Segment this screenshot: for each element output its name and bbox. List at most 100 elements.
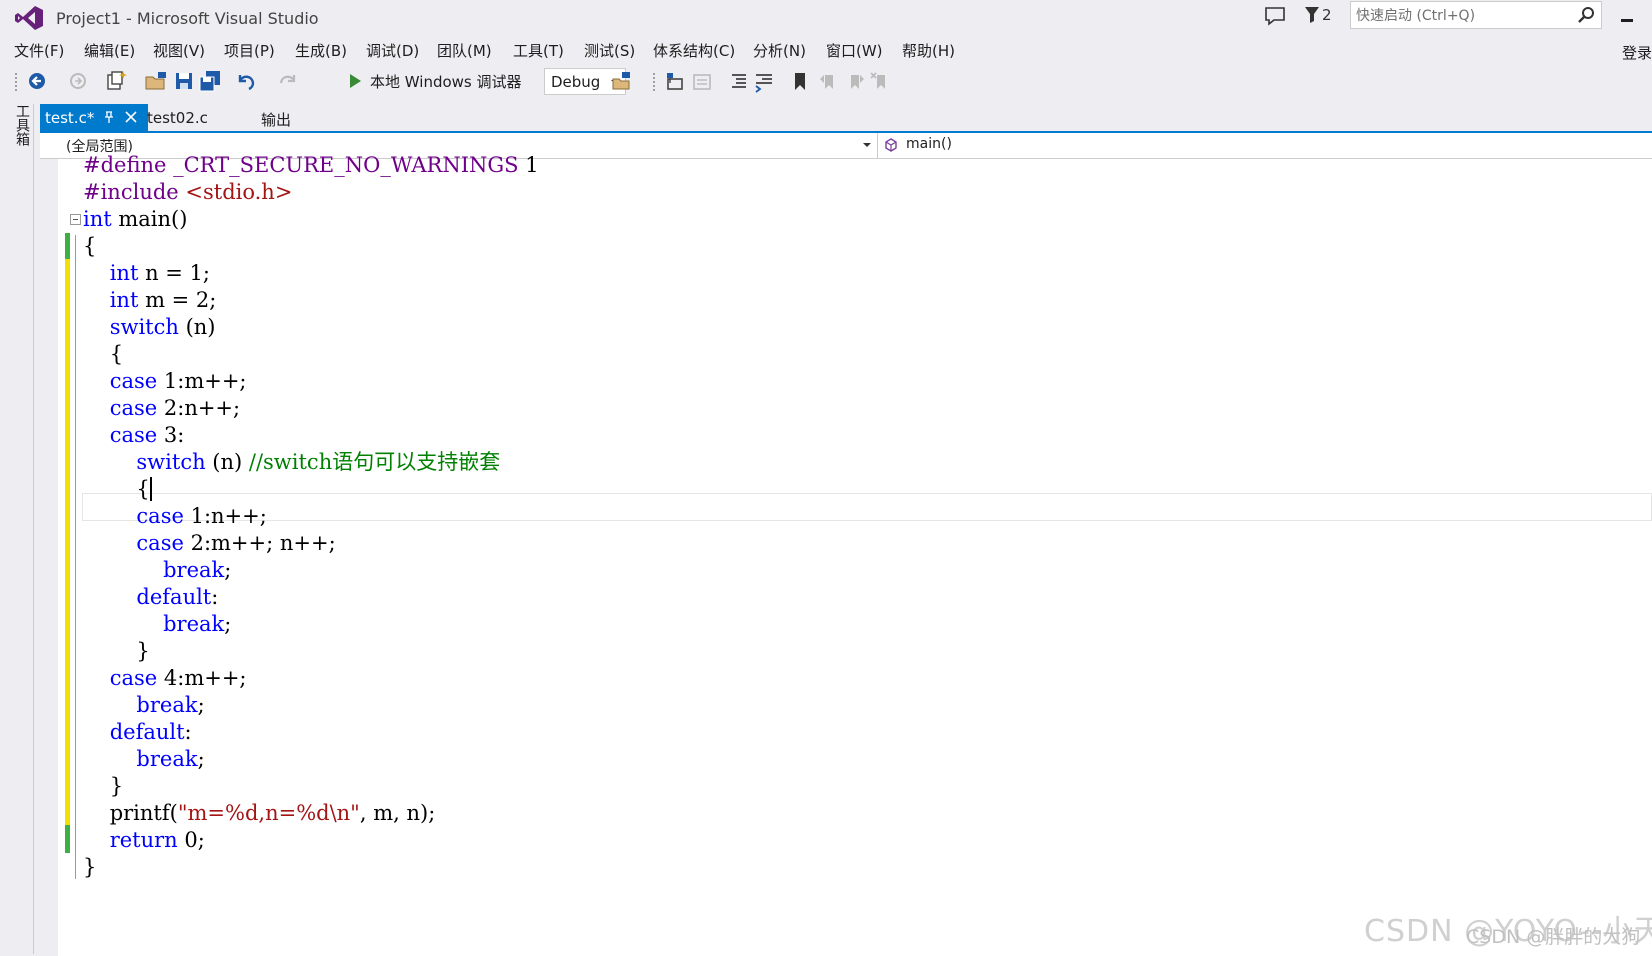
sign-in-link[interactable]: 登录 — [1622, 42, 1652, 63]
menu-test[interactable]: 测试(S) — [584, 40, 635, 61]
toggle-bookmark-button[interactable] — [788, 69, 812, 93]
editor-glyph-margin[interactable] — [40, 159, 58, 956]
open-folder-icon — [145, 72, 166, 90]
undo-button[interactable] — [234, 69, 258, 93]
menu-architecture[interactable]: 体系结构(C) — [653, 40, 735, 61]
menu-build[interactable]: 生成(B) — [295, 40, 347, 61]
properties-icon — [693, 74, 711, 90]
code-line-12: switch (n) //switch语句可以支持嵌套 — [136, 450, 501, 474]
code-keyword: switch — [109, 315, 179, 339]
navigate-forward-button[interactable] — [66, 69, 90, 93]
scope-dropdown-caret[interactable] — [863, 143, 871, 147]
solution-explorer-button[interactable] — [664, 69, 688, 93]
menu-bar: 文件(F) 编辑(E) 视图(V) 项目(P) 生成(B) 调试(D) 团队(M… — [0, 36, 1652, 64]
feedback-icon[interactable] — [1262, 4, 1288, 28]
uncomment-lines-button[interactable] — [752, 69, 776, 93]
code-keyword: int — [83, 207, 112, 231]
menu-edit[interactable]: 编辑(E) — [84, 40, 135, 61]
open-file-button[interactable] — [144, 69, 168, 93]
code-line-15: case 2:m++; n++; — [136, 531, 336, 555]
visual-studio-window: Project1 - Microsoft Visual Studio 2 文件(… — [0, 0, 1652, 956]
saved-change-marker — [65, 233, 70, 259]
code-line-7: switch (n) — [109, 315, 216, 339]
code-keyword: break — [163, 558, 225, 582]
code-keyword: break — [136, 747, 198, 771]
back-arrow-icon — [29, 73, 45, 89]
notification-count[interactable]: 2 — [1322, 6, 1332, 24]
code-comment: //switch语句可以支持嵌套 — [248, 450, 501, 474]
code-line-26: return 0; — [109, 828, 205, 852]
search-icon[interactable] — [1577, 5, 1597, 25]
code-keyword: case — [109, 369, 158, 393]
code-line-23: break; — [136, 747, 205, 771]
code-segment: #define — [83, 153, 174, 177]
save-button[interactable] — [172, 69, 196, 93]
code-keyword: default — [109, 720, 185, 744]
code-segment: _CRT_SECURE_NO_WARNINGS — [173, 153, 519, 177]
menu-help[interactable]: 帮助(H) — [902, 40, 955, 61]
menu-view[interactable]: 视图(V) — [153, 40, 205, 61]
code-keyword: int — [109, 261, 139, 285]
unsaved-change-marker — [65, 259, 70, 825]
menu-project[interactable]: 项目(P) — [224, 40, 275, 61]
code-keyword: return — [109, 828, 178, 852]
toolbar-grip-2[interactable] — [652, 72, 656, 92]
redo-icon — [279, 75, 296, 84]
menu-analyze[interactable]: 分析(N) — [753, 40, 806, 61]
pin-icon[interactable] — [102, 110, 116, 124]
code-line-14: case 1:n++; — [136, 504, 267, 528]
navigate-back-button[interactable] — [26, 69, 50, 93]
quick-launch-box[interactable] — [1350, 1, 1602, 29]
tab-test-c[interactable]: test.c* — [40, 104, 148, 131]
find-in-files-button[interactable] — [610, 69, 634, 93]
code-keyword: break — [163, 612, 225, 636]
current-line-highlight — [82, 493, 1652, 521]
play-icon — [350, 74, 361, 88]
window-title: Project1 - Microsoft Visual Studio — [56, 9, 319, 28]
comment-lines-button[interactable] — [726, 69, 750, 93]
saved-change-marker-2 — [65, 825, 70, 853]
new-project-icon — [107, 71, 127, 90]
save-all-button[interactable] — [198, 69, 222, 93]
previous-bookmark-button[interactable] — [816, 69, 840, 93]
menu-file[interactable]: 文件(F) — [14, 40, 64, 61]
clear-bookmarks-button[interactable] — [868, 69, 892, 93]
menu-tools[interactable]: 工具(T) — [513, 40, 564, 61]
forward-arrow-icon — [70, 73, 86, 89]
close-icon[interactable] — [124, 110, 138, 124]
start-debugging-button[interactable]: 本地 Windows 调试器 — [348, 69, 522, 93]
toolbox-tab[interactable]: 工具箱 — [12, 104, 32, 146]
code-line-4: { — [83, 234, 97, 258]
minimize-button[interactable] — [1612, 2, 1642, 32]
next-bookmark-icon — [851, 75, 864, 89]
code-line-10: case 2:n++; — [109, 396, 241, 420]
collapse-main-icon[interactable] — [70, 214, 81, 225]
code-editor[interactable]: #define _CRT_SECURE_NO_WARNINGS 1 #inclu… — [40, 153, 1652, 956]
menu-team[interactable]: 团队(M) — [437, 40, 492, 61]
notification-flag-icon[interactable] — [1302, 4, 1322, 26]
code-line-27: } — [83, 855, 97, 879]
function-cube-icon — [885, 138, 897, 152]
indent-lines-icon — [732, 74, 746, 88]
code-line-1: #define _CRT_SECURE_NO_WARNINGS 1 — [83, 151, 539, 179]
standard-toolbar: 本地 Windows 调试器 Debug — [0, 64, 1652, 148]
quick-launch-input[interactable] — [1356, 6, 1566, 26]
menu-debug[interactable]: 调试(D) — [366, 40, 419, 61]
debugger-label: 本地 Windows 调试器 — [370, 72, 522, 91]
toolbar-grip[interactable] — [14, 72, 18, 92]
code-line-22: default: — [109, 720, 192, 744]
find-in-files-icon — [612, 72, 630, 90]
new-project-button[interactable] — [104, 69, 128, 93]
redo-button[interactable] — [276, 69, 300, 93]
next-bookmark-button[interactable] — [842, 69, 866, 93]
code-segment: 1 — [518, 153, 539, 177]
save-all-icon — [199, 71, 220, 92]
properties-button[interactable] — [690, 69, 714, 93]
title-bar: Project1 - Microsoft Visual Studio 2 — [0, 0, 1652, 36]
tab-test02-c[interactable]: test02.c — [147, 109, 208, 127]
code-line-18: break; — [163, 612, 232, 636]
visual-studio-logo-icon — [15, 6, 43, 30]
outline-fold-line — [75, 235, 76, 879]
tab-output[interactable]: 输出 — [261, 109, 291, 130]
menu-window[interactable]: 窗口(W) — [826, 40, 883, 61]
